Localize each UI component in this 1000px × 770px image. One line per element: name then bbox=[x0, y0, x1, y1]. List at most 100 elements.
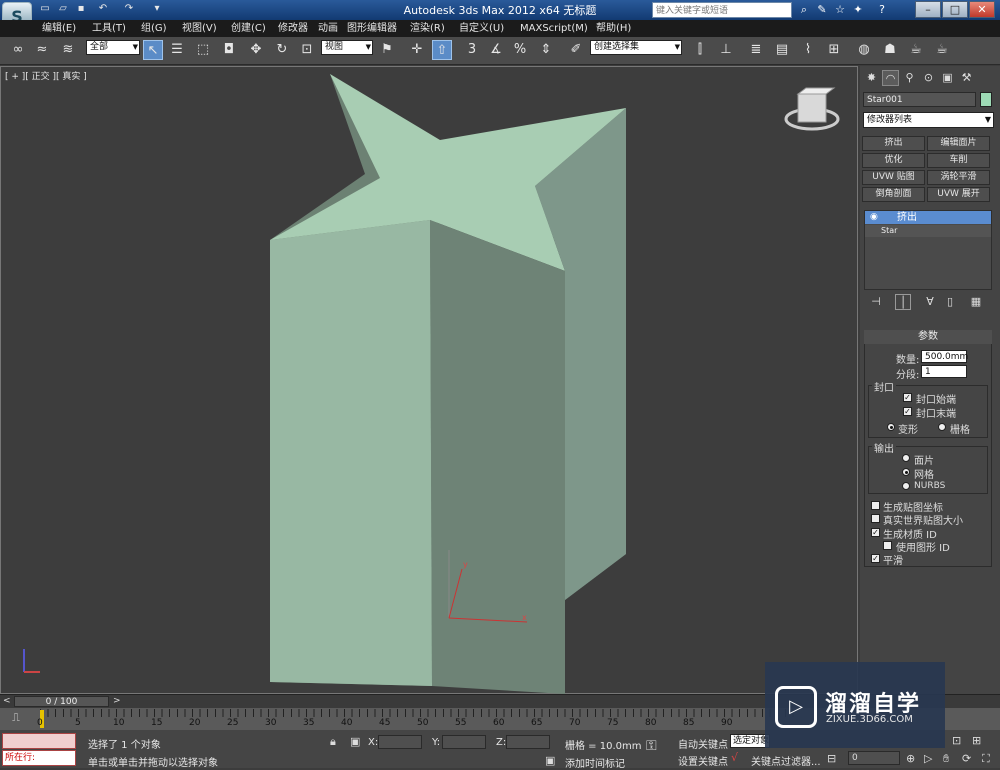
curve-editor-icon[interactable]: ⌇ bbox=[798, 40, 818, 60]
real-world-map-checkbox[interactable] bbox=[871, 514, 880, 523]
remove-modifier-icon[interactable]: ▯ bbox=[942, 294, 958, 310]
menu-edit[interactable]: 编辑(E) bbox=[42, 20, 76, 37]
configure-sets-icon[interactable]: ▦ bbox=[968, 294, 984, 310]
named-selection-dropdown[interactable]: 创建选择集 bbox=[590, 40, 682, 55]
key-filter-icon[interactable]: √ bbox=[731, 751, 738, 764]
slider-prev-icon[interactable]: < bbox=[3, 696, 11, 706]
rotate-icon[interactable]: ↻ bbox=[272, 40, 292, 60]
render-setup-icon[interactable]: ☗ bbox=[880, 40, 900, 60]
spinner-snap-icon[interactable]: ⇕ bbox=[536, 40, 556, 60]
link-icon[interactable]: ∞ bbox=[8, 40, 28, 60]
pan-icon[interactable]: ✋︎ bbox=[943, 752, 949, 766]
menu-tools[interactable]: 工具(T) bbox=[92, 20, 126, 37]
gen-map-coords-checkbox[interactable] bbox=[871, 501, 880, 510]
orbit-icon[interactable]: ⟳ bbox=[962, 752, 971, 765]
close-button[interactable]: ✕ bbox=[969, 1, 995, 18]
x-coord-field[interactable] bbox=[378, 735, 422, 749]
schematic-view-icon[interactable]: ⊞ bbox=[824, 40, 844, 60]
favorites-icon[interactable]: ✦ bbox=[850, 2, 866, 18]
time-tag-icon[interactable]: ▣ bbox=[545, 754, 555, 767]
use-shape-ids-checkbox[interactable] bbox=[883, 541, 892, 550]
menu-create[interactable]: 创建(C) bbox=[231, 20, 266, 37]
save-file-icon[interactable]: ▪ bbox=[74, 2, 88, 16]
keyword-search-input[interactable]: 键入关键字或短语 bbox=[652, 2, 792, 18]
move-icon[interactable]: ✥ bbox=[246, 40, 266, 60]
minimize-button[interactable]: – bbox=[915, 1, 941, 18]
star-icon[interactable]: ☆ bbox=[832, 2, 848, 18]
utilities-tab-icon[interactable]: ⚒ bbox=[958, 70, 975, 86]
percent-snap-icon[interactable]: % bbox=[510, 40, 530, 60]
morph-radio[interactable] bbox=[887, 423, 895, 431]
object-name-field[interactable]: Star001 bbox=[863, 92, 976, 107]
cap-start-checkbox[interactable]: ✓ bbox=[903, 393, 912, 402]
cap-end-checkbox[interactable]: ✓ bbox=[903, 407, 912, 416]
time-slider[interactable]: 0 / 100 bbox=[14, 696, 109, 707]
modifier-uvw-map-button[interactable]: UVW 贴图 bbox=[862, 170, 925, 185]
object-color-swatch[interactable] bbox=[980, 92, 992, 107]
reference-coord-dropdown[interactable]: 视图 bbox=[321, 40, 373, 55]
smooth-checkbox[interactable]: ✓ bbox=[871, 554, 880, 563]
maxscript-listener-bottom[interactable]: 所在行: bbox=[2, 750, 76, 766]
maximize-viewport-icon[interactable]: ⛶ bbox=[982, 752, 990, 766]
help-icon[interactable]: ? bbox=[874, 2, 890, 18]
angle-snap-icon[interactable]: ∡ bbox=[486, 40, 506, 60]
select-by-name-icon[interactable]: ☰ bbox=[167, 40, 187, 60]
menu-views[interactable]: 视图(V) bbox=[182, 20, 217, 37]
keyboard-shortcut-override-icon[interactable]: ⇧ bbox=[432, 40, 452, 60]
scale-icon[interactable]: ⊡ bbox=[297, 40, 317, 60]
stack-item-star[interactable]: Star bbox=[865, 225, 991, 237]
maximize-button[interactable]: □ bbox=[942, 1, 968, 18]
unlink-icon[interactable]: ≈ bbox=[32, 40, 52, 60]
zoom-icon[interactable]: ⊕ bbox=[906, 752, 915, 765]
mesh-radio[interactable] bbox=[902, 468, 910, 476]
redo-icon[interactable]: ↷ bbox=[122, 2, 136, 16]
modify-tab-icon[interactable]: ◠ bbox=[882, 70, 899, 86]
menu-help[interactable]: 帮助(H) bbox=[596, 20, 631, 37]
absolute-mode-icon[interactable]: ▣ bbox=[350, 735, 360, 748]
menu-rendering[interactable]: 渲染(R) bbox=[410, 20, 445, 37]
lightbulb-icon[interactable]: ◉ bbox=[870, 211, 880, 224]
menu-customize[interactable]: 自定义(U) bbox=[459, 20, 504, 37]
graphite-tools-icon[interactable]: ▤ bbox=[772, 40, 792, 60]
set-key-icon[interactable]: ⚿ bbox=[646, 738, 657, 754]
slider-next-icon[interactable]: > bbox=[113, 696, 121, 706]
modifier-bevel-profile-button[interactable]: 倒角剖面 bbox=[862, 187, 925, 202]
new-file-icon[interactable]: ▭ bbox=[38, 2, 52, 16]
modifier-extrude-button[interactable]: 挤出 bbox=[862, 136, 925, 151]
gen-mat-ids-checkbox[interactable]: ✓ bbox=[871, 528, 880, 537]
menu-modifiers[interactable]: 修改器 bbox=[278, 20, 308, 37]
selection-filter-dropdown[interactable]: 全部 bbox=[86, 40, 140, 55]
bind-space-warp-icon[interactable]: ≋ bbox=[58, 40, 78, 60]
modifier-turbosmooth-button[interactable]: 涡轮平滑 bbox=[927, 170, 990, 185]
amount-spinner[interactable]: 500.0mm bbox=[921, 350, 968, 363]
hierarchy-tab-icon[interactable]: ⚲ bbox=[901, 70, 918, 86]
menu-maxscript[interactable]: MAXScript(M) bbox=[520, 20, 588, 37]
modifier-edit-patch-button[interactable]: 编辑面片 bbox=[927, 136, 990, 151]
render-production-icon[interactable]: ☕ bbox=[932, 40, 952, 60]
make-unique-icon[interactable]: ∀ bbox=[922, 294, 938, 310]
select-object-icon[interactable]: ↖ bbox=[143, 40, 163, 60]
modifier-unwrap-uvw-button[interactable]: UVW 展开 bbox=[927, 187, 990, 202]
pivot-center-icon[interactable]: ⚑ bbox=[377, 40, 397, 60]
extruded-star-object[interactable]: x y bbox=[0, 66, 858, 694]
zoom-extents-all-icon[interactable]: ⊞ bbox=[972, 734, 981, 747]
y-coord-field[interactable] bbox=[442, 735, 486, 749]
pin-stack-icon[interactable]: ⊣ bbox=[868, 294, 884, 310]
window-crossing-icon[interactable]: ◘ bbox=[219, 40, 239, 60]
show-end-result-icon[interactable]: │ bbox=[895, 294, 911, 310]
menu-graph-editors[interactable]: 图形编辑器 bbox=[347, 20, 397, 37]
layer-manager-icon[interactable]: ≣ bbox=[746, 40, 766, 60]
motion-tab-icon[interactable]: ⊙ bbox=[920, 70, 937, 86]
field-of-view-icon[interactable]: ▷ bbox=[924, 752, 932, 765]
lock-selection-icon[interactable]: 🔒︎ bbox=[330, 735, 336, 749]
current-frame-field[interactable]: 0 bbox=[848, 751, 900, 765]
viewcube-icon[interactable] bbox=[784, 87, 840, 131]
time-config-icon[interactable]: ⊟ bbox=[827, 752, 836, 765]
modifier-list-dropdown[interactable]: 修改器列表 bbox=[863, 112, 994, 128]
binoculars-icon[interactable]: ⌕ bbox=[796, 2, 812, 18]
render-frame-icon[interactable]: ☕ bbox=[906, 40, 926, 60]
key-selection-dropdown[interactable]: 选定对象 bbox=[730, 734, 770, 748]
tools-icon[interactable]: ✎ bbox=[814, 2, 830, 18]
maxscript-listener-top[interactable] bbox=[2, 733, 76, 749]
nurbs-radio[interactable] bbox=[902, 482, 910, 490]
